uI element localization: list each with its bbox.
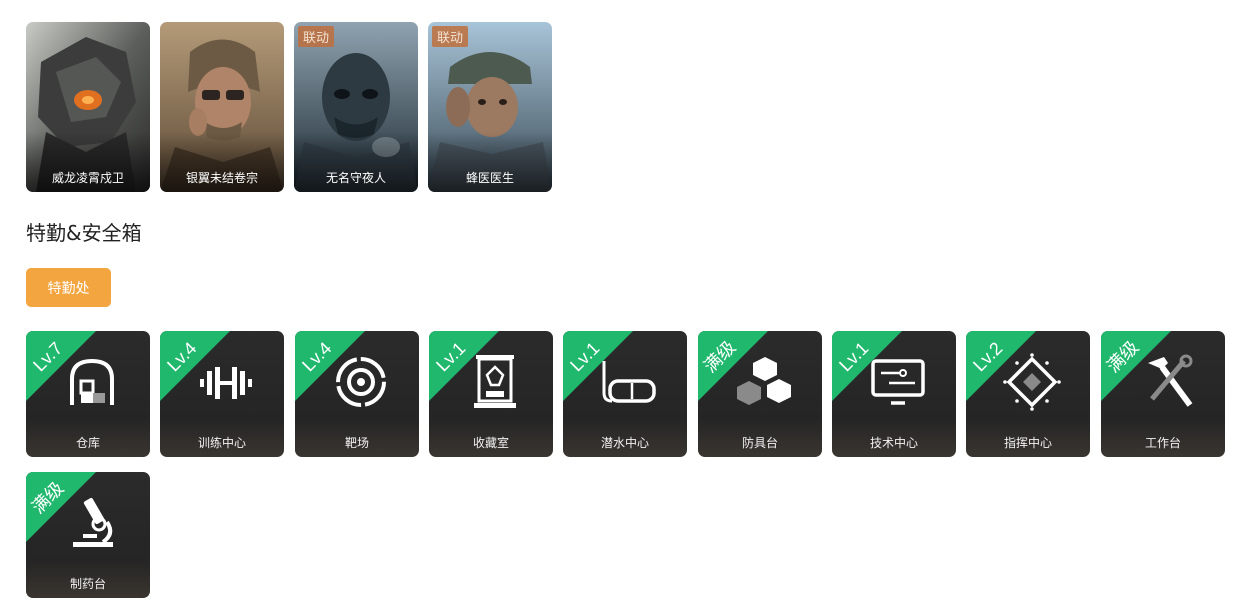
level-badge: 满级 [28, 478, 68, 518]
facility-label: 靶场 [344, 436, 369, 450]
facility-card-command[interactable]: Lv.2 指挥中心 [966, 331, 1090, 457]
facility-label: 仓库 [75, 436, 100, 450]
chip-icon [1003, 353, 1061, 411]
dumbbell-icon [200, 367, 252, 399]
facility-card-collection[interactable]: Lv.1 收藏室 [429, 331, 553, 457]
facility-card-tech[interactable]: Lv.1 技术中心 [832, 331, 956, 457]
operator-card[interactable]: 威龙凌霄戍卫 [26, 22, 150, 192]
tab-special-ops[interactable]: 特勤处 [26, 268, 111, 307]
level-badge: 满级 [700, 337, 740, 377]
collab-badge: 联动 [298, 26, 335, 47]
level-badge: 满级 [1103, 337, 1143, 377]
cubes-icon [737, 357, 791, 405]
collection-icon [474, 355, 516, 408]
operator-card[interactable]: 联动 无名守夜人 [294, 22, 418, 192]
level-badge: Lv.2 [969, 338, 1006, 375]
facility-card-pharmacy[interactable]: 满级 制药台 [26, 472, 150, 598]
operator-name: 无名守夜人 [325, 171, 386, 185]
facility-label: 收藏室 [472, 436, 509, 450]
diving-mask-icon [602, 361, 656, 403]
operator-name: 银翼未结卷宗 [185, 171, 258, 185]
facility-label: 指挥中心 [1003, 436, 1052, 450]
level-badge: Lv.4 [163, 338, 200, 375]
operator-name: 威龙凌霄戍卫 [51, 171, 124, 185]
facility-label: 训练中心 [197, 436, 246, 450]
monitor-icon [871, 359, 925, 405]
microscope-icon [73, 497, 113, 547]
facility-label: 潜水中心 [600, 436, 649, 450]
facility-card-range[interactable]: Lv.4 靶场 [295, 331, 419, 457]
level-badge: Lv.4 [298, 338, 335, 375]
level-badge: Lv.7 [29, 338, 66, 375]
section-title: 特勤&安全箱 [26, 221, 142, 245]
facility-card-diving[interactable]: Lv.1 潜水中心 [563, 331, 687, 457]
facility-label: 技术中心 [869, 436, 918, 450]
operator-list: 威龙凌霄戍卫 银翼未结卷宗 联动 无名守夜人 联动 蜂医医生 [26, 22, 552, 192]
facility-card-storage[interactable]: Lv.7 仓库 [26, 331, 150, 457]
target-icon [336, 357, 386, 407]
level-badge: Lv.1 [432, 338, 469, 375]
facility-card-armor[interactable]: 满级 防具台 [698, 331, 822, 457]
facility-card-workbench[interactable]: 满级 工作台 [1101, 331, 1225, 457]
level-badge: Lv.1 [835, 338, 872, 375]
level-badge: Lv.1 [566, 338, 603, 375]
storage-icon [70, 358, 114, 405]
facility-label: 工作台 [1144, 436, 1181, 450]
operator-card[interactable]: 银翼未结卷宗 [160, 22, 284, 192]
facility-label: 防具台 [741, 436, 778, 450]
operator-name: 蜂医医生 [465, 171, 514, 185]
operator-card[interactable]: 联动 蜂医医生 [428, 22, 552, 192]
facility-label: 制药台 [69, 577, 106, 591]
tools-icon [1148, 354, 1193, 407]
facility-card-training[interactable]: Lv.4 训练中心 [160, 331, 284, 457]
collab-badge: 联动 [432, 26, 469, 47]
